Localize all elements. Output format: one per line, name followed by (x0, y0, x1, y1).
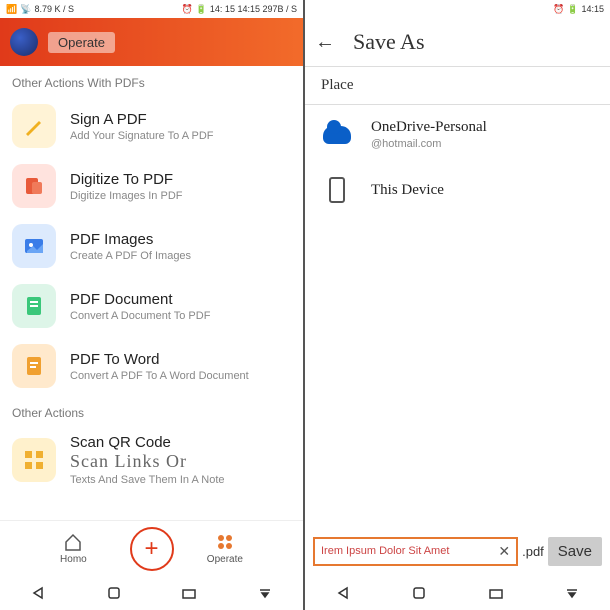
place-sub: @hotmail.com (371, 138, 487, 150)
drawer-button[interactable] (256, 584, 274, 602)
section-other-title: Other Actions (0, 396, 303, 426)
back-button[interactable] (334, 584, 352, 602)
drawer-button[interactable] (563, 584, 581, 602)
action-digitize-pdf[interactable]: Digitize To PDF Digitize Images In PDF (0, 156, 303, 216)
nav-home[interactable]: Homo (60, 532, 87, 565)
save-bar: ✕ .pdf Save (305, 526, 610, 576)
tab-operate[interactable]: Operate (48, 32, 115, 53)
cloud-icon (321, 123, 353, 147)
globe-icon[interactable] (10, 28, 38, 56)
action-pdf-images[interactable]: PDF Images Create A PDF Of Images (0, 216, 303, 276)
home-button[interactable] (105, 584, 123, 602)
status-bar-right: ⏰ 🔋 14:15 (305, 0, 610, 18)
action-sub: Create A PDF Of Images (70, 250, 191, 262)
image-icon (12, 224, 56, 268)
time-text: 14:15 (581, 4, 604, 14)
signal-icon: 📶 (6, 4, 17, 15)
place-title: This Device (371, 182, 444, 199)
recent-button[interactable] (180, 584, 198, 602)
nav-label: Homo (60, 554, 87, 565)
page-title: Save As (353, 29, 425, 55)
app-header: Operate (0, 18, 303, 66)
action-pdf-document[interactable]: PDF Document Convert A Document To PDF (0, 276, 303, 336)
device-icon (321, 178, 353, 202)
document-icon (12, 284, 56, 328)
action-sign-pdf[interactable]: Sign A PDF Add Your Signature To A PDF (0, 96, 303, 156)
digitize-icon (12, 164, 56, 208)
nav-operate[interactable]: Operate (207, 532, 243, 565)
filename-field-wrap[interactable]: ✕ (313, 537, 518, 566)
place-header: Place (305, 66, 610, 105)
action-sub: Convert A Document To PDF (70, 310, 210, 322)
net-speed: 8.79 K / S (34, 4, 74, 14)
back-button[interactable] (29, 584, 47, 602)
system-nav (0, 576, 303, 610)
pen-icon (12, 104, 56, 148)
wifi-icon: 📡 (20, 4, 31, 15)
place-title: OneDrive-Personal (371, 119, 487, 136)
action-title: PDF Images (70, 231, 191, 248)
nav-label: Operate (207, 554, 243, 565)
qr-icon (12, 438, 56, 482)
action-title: PDF To Word (70, 351, 249, 368)
home-icon (63, 532, 83, 552)
clear-icon[interactable]: ✕ (498, 543, 510, 560)
plus-icon: + (144, 535, 158, 563)
recent-button[interactable] (487, 584, 505, 602)
filename-input[interactable] (321, 545, 472, 557)
save-button[interactable]: Save (548, 537, 602, 566)
place-this-device[interactable]: This Device (305, 164, 610, 216)
alarm-icon: ⏰ (553, 4, 564, 15)
system-nav (305, 576, 610, 610)
file-ext: .pdf (522, 544, 544, 559)
action-title: PDF Document (70, 291, 210, 308)
battery-icon: 🔋 (567, 4, 578, 15)
battery-icon: 🔋 (196, 4, 207, 15)
action-title: Sign A PDF (70, 111, 214, 128)
back-arrow-icon[interactable]: ← (315, 31, 335, 54)
action-pdf-to-word[interactable]: PDF To Word Convert A PDF To A Word Docu… (0, 336, 303, 396)
action-sub: Convert A PDF To A Word Document (70, 370, 249, 382)
action-sub: Add Your Signature To A PDF (70, 130, 214, 142)
places-list: OneDrive-Personal @hotmail.com This Devi… (305, 105, 610, 526)
bottom-nav: Homo + Operate (0, 520, 303, 576)
action-title: Scan QR Code (70, 434, 225, 451)
action-scan-qr[interactable]: Scan QR Code Scan Links Or Texts And Sav… (0, 426, 303, 494)
actions-list: Other Actions With PDFs Sign A PDF Add Y… (0, 66, 303, 520)
word-icon (12, 344, 56, 388)
fab-add[interactable]: + (130, 527, 174, 571)
section-pdfs-title: Other Actions With PDFs (0, 66, 303, 96)
action-sub: Texts And Save Them In A Note (70, 474, 225, 486)
save-as-header: ← Save As (305, 18, 610, 66)
alarm-icon: ⏰ (181, 4, 192, 15)
home-button[interactable] (410, 584, 428, 602)
time-text: 14: 15 14:15 297B / S (210, 4, 297, 14)
grid-icon (215, 532, 235, 552)
scan-subtitle-big: Scan Links Or (70, 451, 225, 472)
place-onedrive[interactable]: OneDrive-Personal @hotmail.com (305, 105, 610, 164)
action-sub: Digitize Images In PDF (70, 190, 182, 202)
action-title: Digitize To PDF (70, 171, 182, 188)
status-bar-left: 📶 📡 8.79 K / S ⏰ 🔋 14: 15 14:15 297B / S (0, 0, 303, 18)
